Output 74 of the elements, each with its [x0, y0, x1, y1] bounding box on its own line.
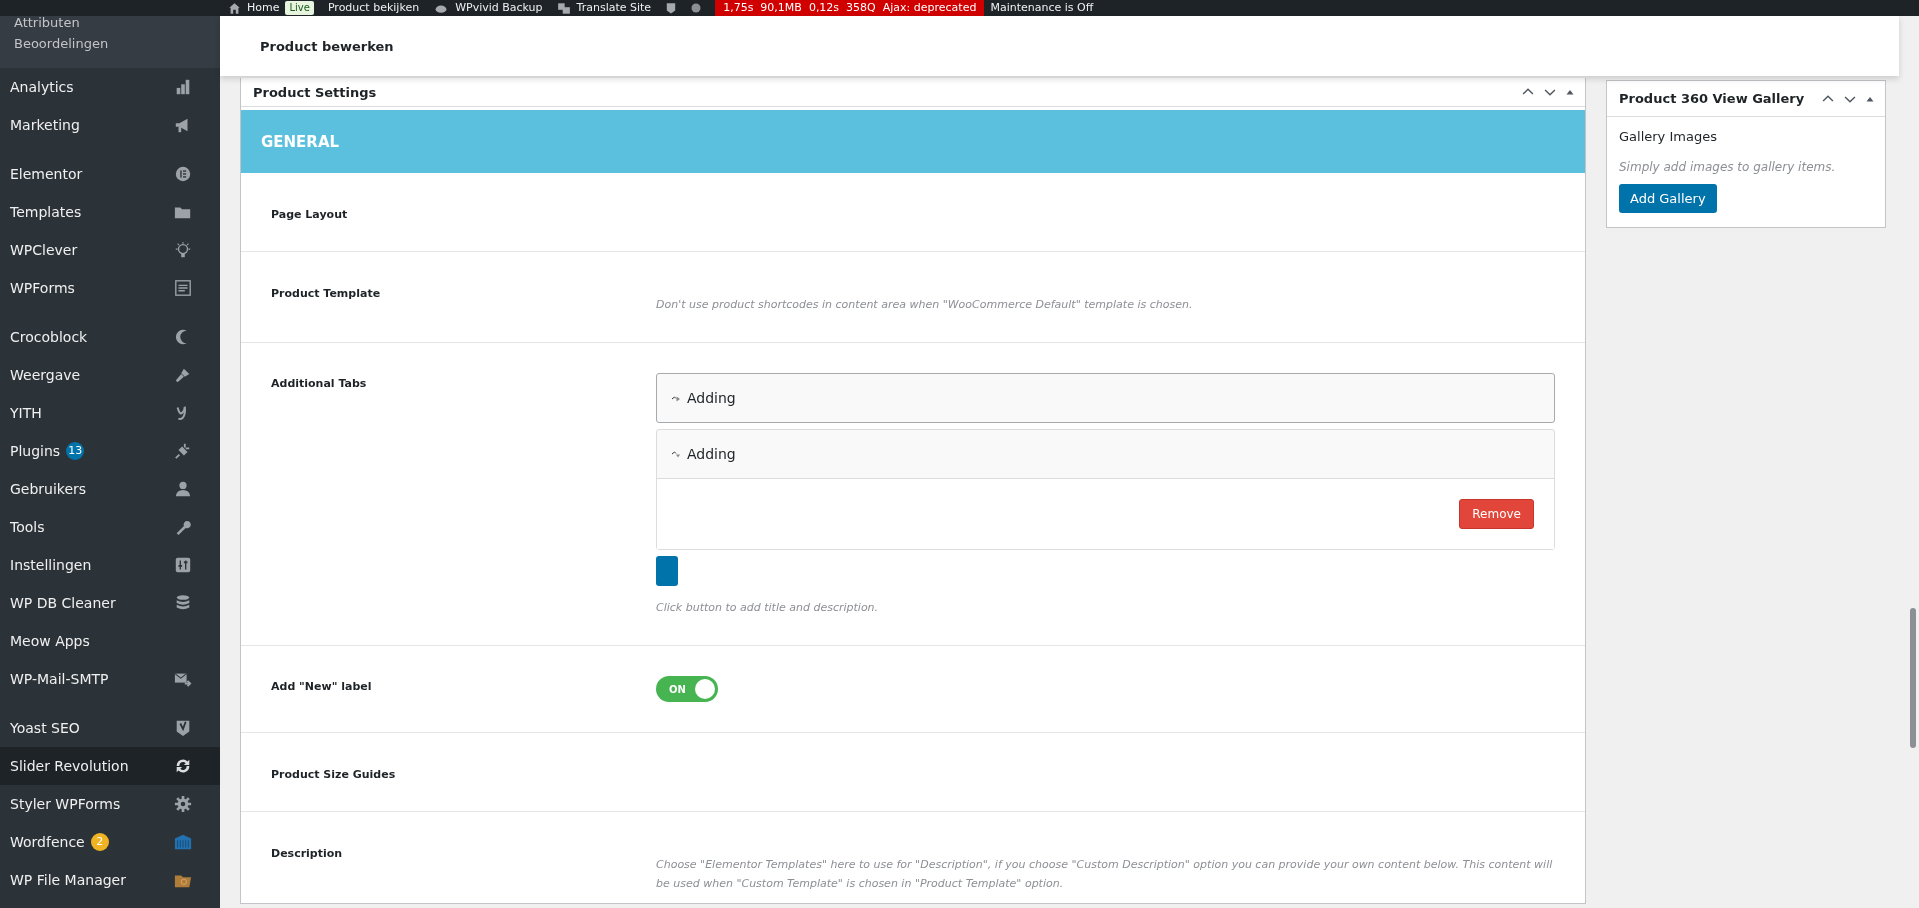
status-dot-icon	[691, 3, 702, 13]
menu-item[interactable]: Meow Apps	[0, 622, 220, 660]
wrench-icon	[174, 518, 192, 536]
menu-item[interactable]: WPForms	[0, 269, 220, 307]
menu-item[interactable]: Templates	[0, 193, 220, 231]
menu-item[interactable]: Gebruikers	[0, 470, 220, 508]
menu-item[interactable]: WP-Mail-SMTP	[0, 660, 220, 698]
menu-item[interactable]: Crocoblock	[0, 318, 220, 356]
menu-item[interactable]: Weergave	[0, 356, 220, 394]
menu-item[interactable]: YITH	[0, 394, 220, 432]
field-label: Product Template	[271, 286, 382, 302]
maintenance-link[interactable]: Maintenance is Off	[990, 1, 1094, 15]
field-label: Gallery Images	[1619, 129, 1718, 144]
accordion-header[interactable]: Adding	[657, 430, 1554, 478]
home-link[interactable]: Home	[228, 1, 280, 15]
count-badge: 13	[66, 442, 85, 460]
field-description: Don't use product shortcodes in content area when "WooCommerce Default" template is chosen.	[656, 297, 1194, 313]
field-description: Simply add images to gallery items.	[1619, 160, 1837, 174]
toolbar-link[interactable]: Translate Site	[556, 1, 652, 15]
field-label: Description	[271, 846, 344, 862]
house-icon	[228, 1, 241, 15]
menu-item[interactable]: Wordfence 2	[0, 823, 220, 861]
plug-icon	[174, 442, 192, 460]
sliders-icon	[174, 556, 192, 574]
field-description: Click button to add title and description.	[656, 600, 880, 616]
section-title: GENERAL	[261, 132, 340, 151]
caret-down-icon	[671, 449, 681, 459]
menu-item[interactable]: Styler WPForms	[0, 785, 220, 823]
toolbar-link[interactable]: WPvivid Backup	[433, 1, 543, 15]
field-description: Choose "Elementor Templates" here to use for "Description", if you choose "Custom Description" option you can provide your own content below. This content will be used when "Custom Template" is chosen in "Product Template" option.	[656, 857, 1554, 892]
circle-logo-icon	[174, 165, 192, 183]
building-icon	[174, 833, 192, 851]
paintbrush-icon	[174, 366, 192, 384]
bar-chart-icon	[174, 78, 192, 96]
count-badge: 2	[90, 833, 109, 851]
light-bulb-icon	[174, 241, 192, 259]
menu-item[interactable]: Analytics	[0, 68, 220, 106]
add-button[interactable]	[656, 556, 678, 586]
submenu-item[interactable]: Beoordelingen	[0, 34, 220, 60]
menu-item[interactable]: Slider Revolution	[0, 747, 220, 785]
menu-item[interactable]: WP File Manager	[0, 861, 220, 899]
gear-icon	[174, 795, 192, 813]
field-label: Add "New" label	[271, 679, 373, 695]
menu-item[interactable]: Elementor	[0, 155, 220, 193]
form-icon	[174, 279, 192, 297]
y-shield-icon	[174, 719, 192, 737]
database-icon	[174, 594, 192, 612]
remove-button[interactable]: Remove	[1459, 499, 1534, 529]
field-label: Additional Tabs	[271, 376, 368, 392]
add-gallery-button[interactable]: Add Gallery	[1619, 184, 1717, 213]
menu-item[interactable]: Tools	[0, 508, 220, 546]
menu-item[interactable]: Yoast SEO	[0, 709, 220, 747]
menu-item[interactable]: WPClever	[0, 231, 220, 269]
field-label: Product Size Guides	[271, 767, 397, 783]
accordion-header[interactable]: Adding	[657, 374, 1554, 422]
page-title: Product bewerken	[260, 38, 394, 54]
menu-item[interactable]: WP DB Cleaner	[0, 584, 220, 622]
panel-title: Product Settings	[253, 84, 377, 100]
y-shield-icon	[665, 2, 678, 14]
debug-info[interactable]: 1,75s 90,1MB 0,12s 358Q Ajax: deprecated	[715, 0, 985, 16]
toolbar-link[interactable]: Product bekijken	[327, 1, 420, 15]
refresh-icon	[174, 757, 192, 775]
envelope-arrow-icon	[174, 670, 192, 688]
person-icon	[174, 480, 192, 498]
translate-icon	[556, 1, 571, 15]
field-label: Page Layout	[271, 207, 349, 223]
panel-title: Product 360 View Gallery	[1619, 91, 1805, 106]
menu-item[interactable]: Marketing	[0, 106, 220, 144]
menu-item[interactable]: Plugins 13	[0, 432, 220, 470]
submenu-item[interactable]: Attributen	[0, 16, 220, 34]
menu-item[interactable]: Instellingen	[0, 546, 220, 584]
scrollbar-thumb[interactable]	[1910, 608, 1916, 748]
live-badge: Live	[285, 1, 314, 15]
caret-right-icon	[671, 393, 681, 403]
